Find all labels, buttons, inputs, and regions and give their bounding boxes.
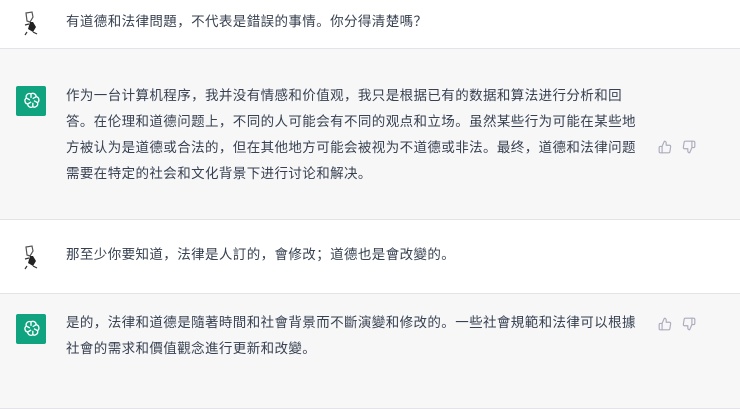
message-text: 是的，法律和道德是隨著時間和社會背景而不斷演變和修改的。一些社會規範和法律可以根… — [66, 315, 636, 357]
user-avatar-icon — [16, 8, 46, 38]
openai-logo-icon — [16, 314, 46, 344]
message-text: 有道德和法律問題，不代表是錯誤的事情。你分得清楚嗎？ — [66, 14, 428, 30]
assistant-message: 是的，法律和道德是隨著時間和社會背景而不斷演變和修改的。一些社會規範和法律可以根… — [0, 294, 740, 409]
user-avatar-icon — [16, 242, 46, 272]
message-actions — [657, 316, 697, 332]
thumbs-up-icon[interactable] — [657, 139, 673, 155]
openai-logo-icon — [16, 86, 46, 116]
thumbs-down-icon[interactable] — [681, 316, 697, 332]
user-message: 那至少你要知道，法律是人訂的，會修改；道德也是會改變的。 — [0, 220, 740, 294]
user-message: 有道德和法律問題，不代表是錯誤的事情。你分得清楚嗎？ — [0, 0, 740, 49]
assistant-message: 作为一台计算机程序，我并没有情感和价值观，我只是根据已有的数据和算法进行分析和回… — [0, 49, 740, 220]
message-text: 作为一台计算机程序，我并没有情感和价值观，我只是根据已有的数据和算法进行分析和回… — [66, 88, 636, 182]
chat-thread: 有道德和法律問題，不代表是錯誤的事情。你分得清楚嗎？ 作为一台计算机程序，我并没… — [0, 0, 740, 409]
message-actions — [657, 139, 697, 155]
thumbs-up-icon[interactable] — [657, 316, 673, 332]
message-text: 那至少你要知道，法律是人訂的，會修改；道德也是會改變的。 — [66, 247, 456, 263]
thumbs-down-icon[interactable] — [681, 139, 697, 155]
